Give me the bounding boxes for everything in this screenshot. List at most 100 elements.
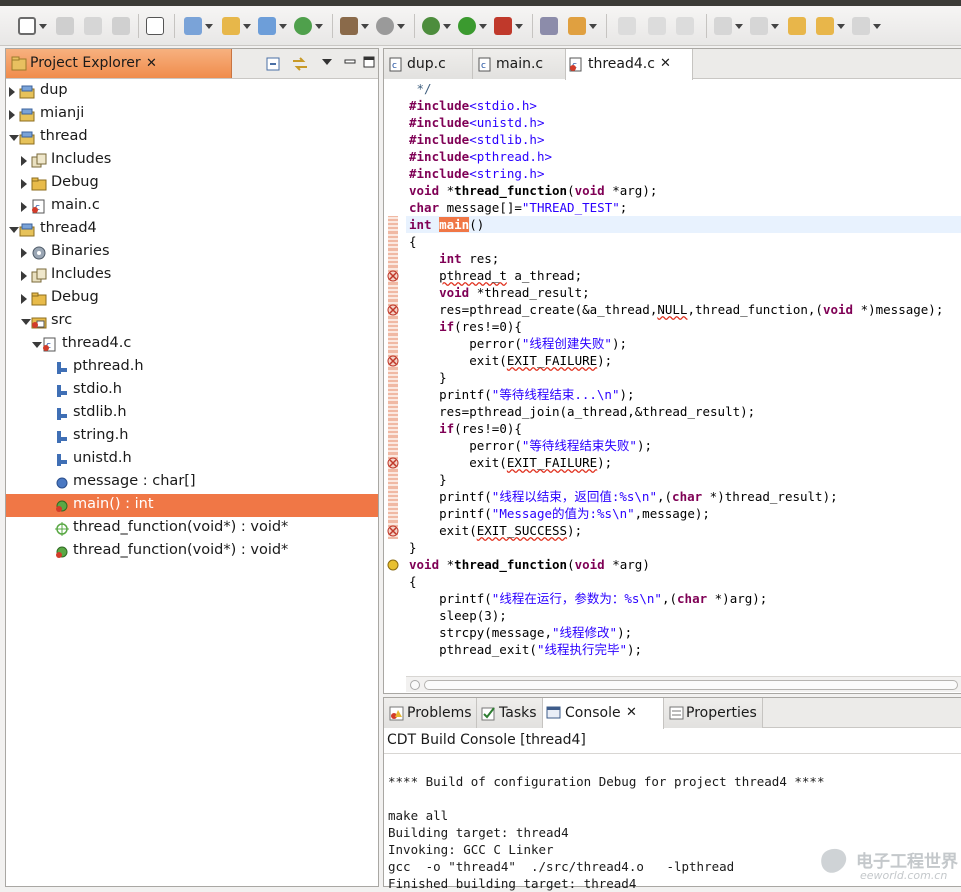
error-marker[interactable] [388, 386, 398, 403]
expand-arrow-icon[interactable] [21, 179, 27, 189]
block-select-button[interactable] [676, 14, 694, 38]
code-line[interactable]: } [409, 539, 417, 556]
tree-item[interactable]: stdio.h [6, 379, 378, 402]
tab-console[interactable]: Console ✕ [543, 698, 664, 729]
collapse-arrow-icon[interactable] [21, 319, 31, 325]
tree-item[interactable]: unistd.h [6, 448, 378, 471]
error-marker[interactable] [388, 233, 398, 250]
expand-arrow-icon[interactable] [9, 110, 15, 120]
code-line[interactable]: { [409, 573, 417, 590]
code-line[interactable]: strcpy(message,"线程修改"); [409, 624, 632, 641]
warning-icon[interactable] [387, 559, 399, 571]
code-line[interactable]: if(res!=0){ [409, 420, 522, 437]
maximize-icon[interactable] [363, 56, 375, 68]
new-file-button[interactable] [294, 14, 323, 38]
error-icon[interactable] [387, 457, 399, 469]
new-folder-button[interactable] [222, 14, 251, 38]
error-marker[interactable] [388, 420, 398, 437]
code-line[interactable]: exit(EXIT_SUCCESS); [409, 522, 582, 539]
tree-item[interactable]: Binaries [6, 241, 378, 264]
expand-arrow-icon[interactable] [9, 87, 15, 97]
minimize-icon[interactable] [344, 56, 356, 68]
expand-arrow-icon[interactable] [21, 271, 27, 281]
tab-dup-c[interactable]: c dup.c [384, 49, 473, 79]
tree-item[interactable]: Debug [6, 172, 378, 195]
code-line[interactable]: perror("线程创建失败"); [409, 335, 627, 352]
save-button[interactable] [56, 14, 74, 38]
tab-project-explorer[interactable]: Project Explorer ✕ [6, 49, 232, 78]
close-icon[interactable]: ✕ [626, 705, 637, 720]
code-line[interactable]: int main() [406, 216, 961, 233]
error-marker[interactable] [388, 335, 398, 352]
error-marker[interactable] [388, 437, 398, 454]
code-line[interactable]: printf("Message的值为:%s\n",message); [409, 505, 710, 522]
forward-button[interactable] [852, 14, 881, 38]
code-line[interactable]: exit(EXIT_FAILURE); [409, 454, 612, 471]
close-icon[interactable]: ✕ [146, 56, 157, 71]
code-line[interactable]: res=pthread_create(&a_thread,NULL,thread… [409, 301, 943, 318]
code-line[interactable]: #include<string.h> [409, 165, 544, 182]
new-project-button[interactable] [184, 14, 213, 38]
tree-item[interactable]: src [6, 310, 378, 333]
tree-item[interactable]: c main.c [6, 195, 378, 218]
open-type-button[interactable] [540, 14, 558, 38]
code-line[interactable]: perror("等待线程结束失败"); [409, 437, 652, 454]
expand-arrow-icon[interactable] [21, 156, 27, 166]
tab-properties[interactable]: Properties [663, 698, 763, 728]
search-button[interactable] [568, 14, 597, 38]
scrollbar-thumb[interactable] [424, 680, 958, 690]
code-line[interactable]: } [409, 369, 447, 386]
code-line[interactable]: if(res!=0){ [409, 318, 522, 335]
code-line[interactable]: void *thread_result; [409, 284, 590, 301]
last-edit-button[interactable] [788, 14, 806, 38]
horizontal-scrollbar[interactable] [406, 676, 961, 692]
tree-item[interactable]: main() : int [6, 494, 378, 517]
code-line[interactable]: #include<pthread.h> [409, 148, 552, 165]
error-marker[interactable] [388, 488, 398, 505]
code-line[interactable]: char message[]="THREAD_TEST"; [409, 199, 627, 216]
code-line[interactable]: #include<unistd.h> [409, 114, 544, 131]
tree-item[interactable]: mianji [6, 103, 378, 126]
scroll-left-icon[interactable] [410, 680, 420, 690]
tree-item[interactable]: message : char[] [6, 471, 378, 494]
code-line[interactable]: printf("线程在运行，参数为：%s\n",(char *)arg); [409, 590, 767, 607]
code-line[interactable]: exit(EXIT_FAILURE); [409, 352, 612, 369]
error-marker[interactable] [388, 284, 398, 301]
tree-item[interactable]: thread4 [6, 218, 378, 241]
code-line[interactable]: void *thread_function(void *arg); [409, 182, 657, 199]
code-line[interactable]: pthread_exit("线程执行完毕"); [409, 641, 642, 658]
prev-annotation-button[interactable] [750, 14, 779, 38]
new-class-button[interactable] [258, 14, 287, 38]
code-line[interactable]: printf("线程以结束，返回值:%s\n",(char *)thread_r… [409, 488, 838, 505]
tab-tasks[interactable]: Tasks [477, 698, 543, 728]
error-marker[interactable] [388, 318, 398, 335]
tree-item[interactable]: Debug [6, 287, 378, 310]
save-all-button[interactable] [84, 14, 102, 38]
run-button[interactable] [458, 14, 487, 38]
collapse-arrow-icon[interactable] [9, 227, 19, 233]
tab-thread4-c[interactable]: c thread4.c ✕ [565, 49, 693, 80]
collapse-all-icon[interactable] [265, 56, 281, 72]
error-icon[interactable] [387, 355, 399, 367]
expand-arrow-icon[interactable] [21, 294, 27, 304]
error-marker[interactable] [388, 403, 398, 420]
build-binary-button[interactable] [146, 14, 164, 38]
show-whitespace-button[interactable] [648, 14, 666, 38]
error-icon[interactable] [387, 525, 399, 537]
view-menu-icon[interactable] [322, 59, 332, 66]
code-line[interactable]: } [409, 471, 447, 488]
code-line[interactable]: { [409, 233, 417, 250]
code-line[interactable]: void *thread_function(void *arg) [409, 556, 650, 573]
tree-item[interactable]: string.h [6, 425, 378, 448]
error-icon[interactable] [387, 304, 399, 316]
code-line[interactable]: pthread_t a_thread; [409, 267, 582, 284]
error-icon[interactable] [387, 270, 399, 282]
error-marker[interactable] [388, 250, 398, 267]
expand-arrow-icon[interactable] [21, 248, 27, 258]
tab-main-c[interactable]: c main.c [473, 49, 566, 79]
close-icon[interactable]: ✕ [660, 56, 671, 71]
error-marker[interactable] [388, 369, 398, 386]
code-line[interactable]: #include<stdio.h> [409, 97, 537, 114]
tree-item[interactable]: stdlib.h [6, 402, 378, 425]
annotation-ruler[interactable] [384, 80, 401, 674]
